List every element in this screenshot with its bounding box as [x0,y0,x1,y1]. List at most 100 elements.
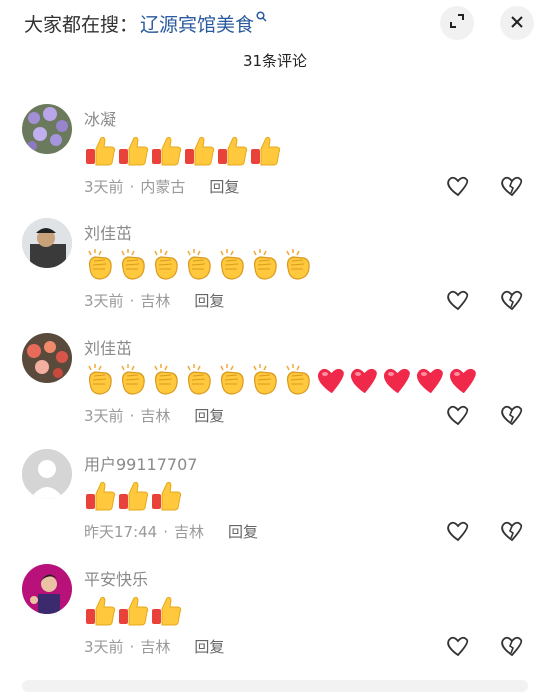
broken-heart-icon [500,520,524,546]
heart-emoji-icon [447,363,480,397]
comment-input-bar[interactable] [22,680,528,692]
search-term-link[interactable]: 辽源宾馆美食 [140,10,254,37]
clap-emoji-icon [117,248,150,282]
comment-item: 冰凝 3天前 · 内蒙古 回复 [0,104,550,219]
heart-icon [446,635,470,661]
dislike-button[interactable] [498,403,526,431]
like-button[interactable] [444,174,472,202]
heart-icon [446,289,470,315]
dislike-button[interactable] [498,288,526,316]
broken-heart-icon [500,175,524,201]
heart-emoji-icon [414,363,447,397]
clap-emoji-icon [117,363,150,397]
clap-emoji-icon [183,363,216,397]
avatar[interactable] [22,333,72,383]
comment-item: 平安快乐 3天前 · 吉林 回复 [0,564,550,679]
comment-emoji-content [84,594,183,628]
comment-time: 3天前 [84,292,124,310]
heart-emoji-icon [315,363,348,397]
comment-emoji-content [84,248,315,282]
clap-emoji-icon [150,363,183,397]
thumbs-up-emoji-icon [150,594,183,628]
reply-button[interactable]: 回复 [228,521,258,542]
comment-item: 刘佳茁 3天前 · 吉林 回复 [0,333,550,448]
comment-time: 3天前 [84,178,124,196]
clap-emoji-icon [84,248,117,282]
like-button[interactable] [444,519,472,547]
avatar[interactable] [22,104,72,154]
comment-location: 吉林 [140,407,171,425]
clap-emoji-icon [249,248,282,282]
thumbs-up-emoji-icon [150,479,183,513]
clap-emoji-icon [216,363,249,397]
separator-dot: · [129,637,135,656]
search-suggestion[interactable]: 大家都在搜： 辽源宾馆美食 [24,8,267,38]
clap-emoji-icon [183,248,216,282]
clap-emoji-icon [150,248,183,282]
thumbs-up-emoji-icon [84,134,117,168]
close-icon [510,14,524,33]
comment-count: 31条评论 [242,52,308,70]
clap-emoji-icon [84,363,117,397]
expand-button[interactable] [440,6,474,40]
comment-username[interactable]: 用户99117707 [84,451,197,475]
like-button[interactable] [444,288,472,316]
separator-dot: · [163,522,169,541]
comment-emoji-content [84,363,480,397]
comment-meta: 3天前 · 吉林 回复 [84,636,224,657]
like-button[interactable] [444,634,472,662]
comment-time: 昨天17:44 [84,523,158,541]
expand-icon [449,13,465,33]
comment-emoji-content [84,134,282,168]
comment-username[interactable]: 刘佳茁 [84,220,132,244]
clap-emoji-icon [282,363,315,397]
broken-heart-icon [500,404,524,430]
comment-meta: 3天前 · 吉林 回复 [84,290,224,311]
thumbs-up-emoji-icon [150,134,183,168]
separator-dot: · [129,177,135,196]
clap-emoji-icon [282,248,315,282]
broken-heart-icon [500,635,524,661]
reply-button[interactable]: 回复 [194,290,224,311]
thumbs-up-emoji-icon [84,594,117,628]
comment-meta: 3天前 · 吉林 回复 [84,405,224,426]
clap-emoji-icon [249,363,282,397]
comment-location: 吉林 [140,292,171,310]
heart-emoji-icon [348,363,381,397]
separator-dot: · [129,291,135,310]
thumbs-up-emoji-icon [216,134,249,168]
comments-header: 大家都在搜： 辽源宾馆美食 31条评论 [0,0,550,90]
comment-username[interactable]: 平安快乐 [84,566,148,590]
search-prefix: 大家都在搜： [24,13,139,36]
comment-meta: 昨天17:44 · 吉林 回复 [84,521,258,542]
comment-location: 吉林 [174,523,205,541]
heart-icon [446,404,470,430]
comment-username[interactable]: 刘佳茁 [84,335,132,359]
heart-icon [446,175,470,201]
dislike-button[interactable] [498,519,526,547]
comment-item: 刘佳茁 3天前 · 吉林 回复 [0,218,550,333]
close-button[interactable] [500,6,534,40]
comment-item: 用户99117707 昨天17:44 · 吉林 回复 [0,449,550,564]
broken-heart-icon [500,289,524,315]
avatar[interactable] [22,564,72,614]
thumbs-up-emoji-icon [117,479,150,513]
search-icon [256,10,267,26]
comment-time: 3天前 [84,638,124,656]
reply-button[interactable]: 回复 [194,636,224,657]
reply-button[interactable]: 回复 [194,405,224,426]
heart-emoji-icon [381,363,414,397]
comment-location: 内蒙古 [140,178,186,196]
comment-meta: 3天前 · 内蒙古 回复 [84,176,239,197]
comment-location: 吉林 [140,638,171,656]
like-button[interactable] [444,403,472,431]
thumbs-up-emoji-icon [84,479,117,513]
reply-button[interactable]: 回复 [209,176,239,197]
dislike-button[interactable] [498,174,526,202]
avatar[interactable] [22,218,72,268]
avatar[interactable] [22,449,72,499]
dislike-button[interactable] [498,634,526,662]
separator-dot: · [129,406,135,425]
comment-username[interactable]: 冰凝 [84,106,116,130]
comment-emoji-content [84,479,183,513]
